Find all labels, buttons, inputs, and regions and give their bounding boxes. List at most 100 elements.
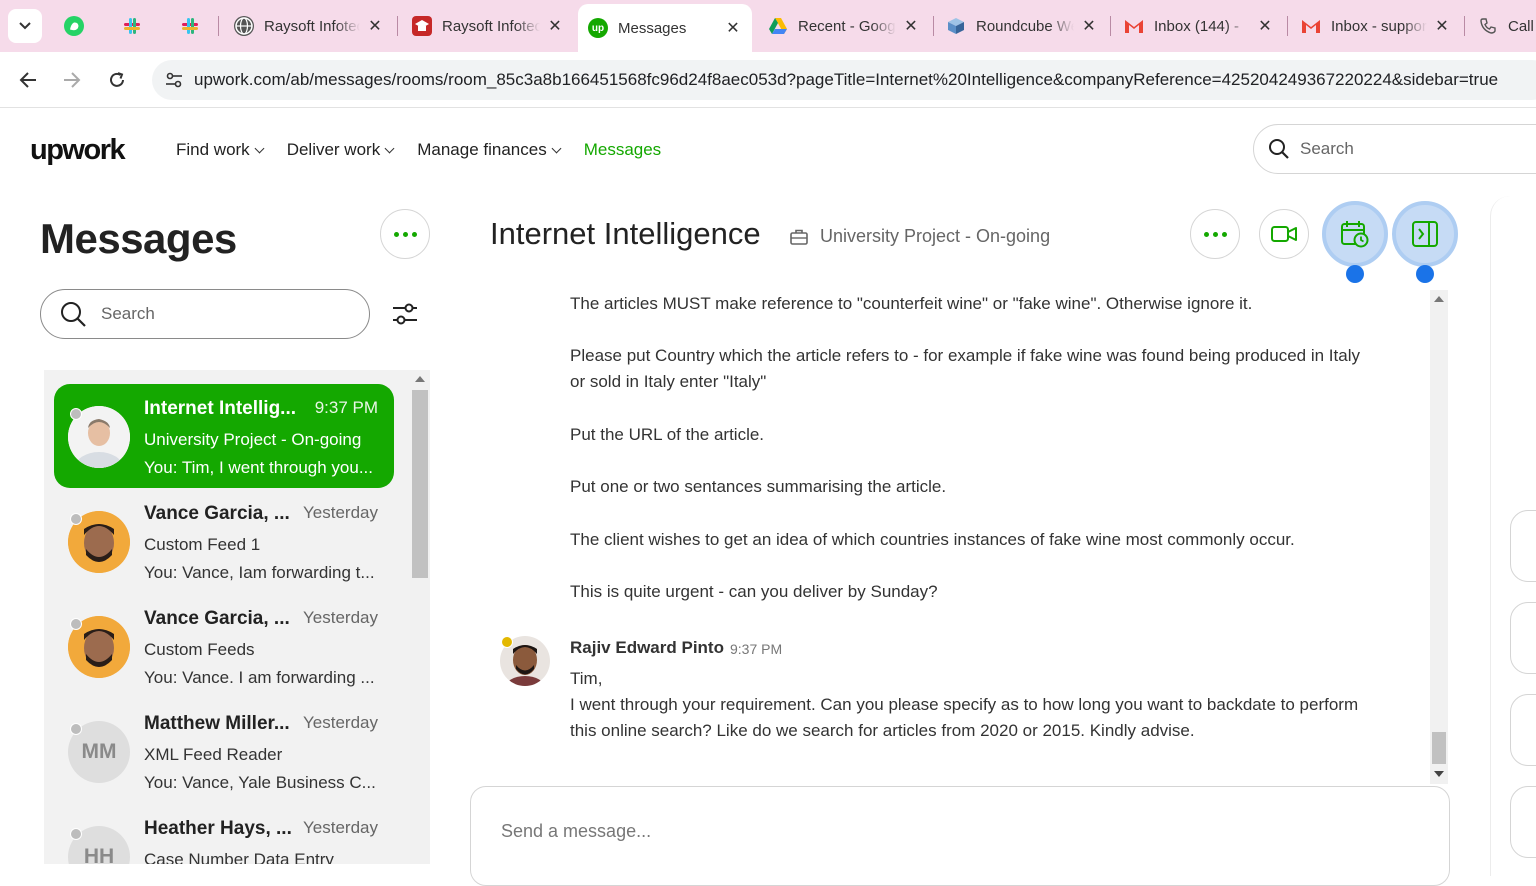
nav-find-work[interactable]: Find work bbox=[176, 140, 265, 160]
close-icon[interactable]: ✕ bbox=[902, 16, 920, 36]
room-item-matthew-miller[interactable]: MM Matthew Miller... Yesterday XML Feed … bbox=[54, 699, 394, 803]
search-icon bbox=[1269, 139, 1289, 159]
room-last-message: You: Vance, Iam forwarding t... bbox=[144, 563, 375, 582]
schedule-meeting-button[interactable] bbox=[1322, 201, 1388, 267]
close-icon[interactable]: ✕ bbox=[724, 18, 742, 38]
header-search-input[interactable]: Search bbox=[1253, 124, 1536, 174]
rooms-search-input[interactable]: Search bbox=[40, 289, 370, 339]
roundcube-icon bbox=[946, 16, 966, 36]
room-item-heather-hays[interactable]: HH Heather Hays, ... Yesterday Case Numb… bbox=[54, 804, 394, 864]
video-camera-icon bbox=[1271, 226, 1297, 242]
message-thread-scrollbar[interactable] bbox=[1430, 290, 1448, 784]
highlight-marker bbox=[1416, 265, 1434, 283]
room-name: Internet Intellig... bbox=[144, 398, 297, 419]
scrollbar-thumb[interactable] bbox=[1432, 732, 1446, 764]
message-thread: The articles MUST make reference to "cou… bbox=[470, 290, 1430, 784]
tab-title: Recent - Google Drive bbox=[798, 17, 896, 35]
room-item-vance-garcia-1[interactable]: Vance Garcia, ... Yesterday Custom Feed … bbox=[54, 489, 394, 593]
close-icon[interactable]: ✕ bbox=[546, 16, 564, 36]
briefcase-icon bbox=[790, 229, 808, 245]
tab-gmail-inbox[interactable]: Inbox (144) - ✕ bbox=[1114, 6, 1284, 46]
tab-raysoft-1[interactable]: Raysoft Infotech ✕ bbox=[224, 6, 394, 46]
nav-deliver-work[interactable]: Deliver work bbox=[287, 140, 395, 160]
room-item-vance-garcia-2[interactable]: Vance Garcia, ... Yesterday Custom Feeds… bbox=[54, 594, 394, 698]
room-name: Vance Garcia, ... bbox=[144, 503, 290, 524]
scholar-icon bbox=[412, 16, 432, 36]
filter-button[interactable] bbox=[388, 297, 422, 331]
browser-tab-bar: Raysoft Infotech ✕ Raysoft Infotech ✕ up… bbox=[0, 0, 1536, 52]
upwork-logo[interactable]: upwork bbox=[30, 134, 126, 167]
forward-button[interactable] bbox=[56, 64, 88, 96]
reload-icon bbox=[110, 72, 124, 87]
message-paragraph: Put the URL of the article. bbox=[570, 425, 765, 444]
pinned-tab-whatsapp[interactable] bbox=[54, 10, 94, 42]
tab-separator bbox=[218, 16, 219, 36]
message-composer[interactable]: Send a message... bbox=[470, 786, 1450, 886]
messages-more-button[interactable] bbox=[380, 209, 430, 259]
rail-button[interactable] bbox=[1510, 510, 1536, 582]
room-list-scrollbar[interactable] bbox=[410, 370, 430, 864]
site-header: upwork Find work Deliver work Manage fin… bbox=[0, 108, 1536, 192]
close-icon[interactable]: ✕ bbox=[1080, 16, 1098, 36]
room-subtitle[interactable]: University Project - On-going bbox=[790, 226, 1050, 247]
nav-label: Messages bbox=[583, 140, 662, 159]
page-title: Messages bbox=[40, 215, 237, 262]
scroll-down-icon[interactable] bbox=[1434, 771, 1444, 777]
tab-messages[interactable]: up Messages ✕ bbox=[578, 4, 752, 52]
room-more-button[interactable] bbox=[1190, 209, 1240, 259]
tab-google-drive[interactable]: Recent - Google Drive ✕ bbox=[758, 6, 930, 46]
site-info-icon[interactable] bbox=[154, 71, 194, 89]
tab-title: Raysoft Infotech bbox=[442, 17, 540, 35]
globe-icon bbox=[234, 16, 254, 36]
tab-search-button[interactable] bbox=[8, 9, 42, 43]
scroll-up-icon[interactable] bbox=[415, 376, 425, 382]
chevron-down-icon bbox=[19, 22, 31, 30]
pinned-tab-slack-2[interactable] bbox=[170, 10, 210, 42]
room-item-internet-intelligence[interactable]: Internet Intellig... 9:37 PM University … bbox=[54, 384, 394, 488]
back-button[interactable] bbox=[12, 64, 44, 96]
message-paragraph: I went through your requirement. Can you… bbox=[570, 695, 1359, 740]
search-placeholder: Search bbox=[101, 304, 155, 323]
room-subtitle-text: University Project - On-going bbox=[820, 226, 1051, 246]
presence-dot bbox=[70, 513, 82, 525]
highlight-marker bbox=[1346, 265, 1364, 283]
room-project: Custom Feed 1 bbox=[144, 535, 261, 554]
rail-button[interactable] bbox=[1510, 786, 1536, 858]
close-icon[interactable]: ✕ bbox=[1433, 16, 1451, 36]
chevron-down-icon bbox=[551, 143, 562, 153]
presence-dot bbox=[501, 636, 513, 648]
rail-button[interactable] bbox=[1510, 694, 1536, 766]
tab-title: Messages bbox=[618, 19, 687, 37]
url-text: upwork.com/ab/messages/rooms/room_85c3a8… bbox=[194, 70, 1499, 89]
pinned-tab-slack[interactable] bbox=[112, 10, 152, 42]
scrollbar-thumb[interactable] bbox=[412, 390, 428, 578]
sender-name[interactable]: Rajiv Edward Pinto bbox=[570, 638, 724, 658]
tab-call[interactable]: Call bbox=[1468, 6, 1536, 46]
arrow-left-icon bbox=[19, 72, 36, 88]
nav-messages[interactable]: Messages bbox=[584, 140, 661, 160]
url-field[interactable]: upwork.com/ab/messages/rooms/room_85c3a8… bbox=[152, 60, 1536, 100]
video-call-button[interactable] bbox=[1259, 209, 1309, 259]
message-time: 9:37 PM bbox=[730, 641, 783, 657]
toggle-details-panel-button[interactable] bbox=[1392, 201, 1458, 267]
room-name: Matthew Miller... bbox=[144, 713, 290, 734]
tab-raysoft-2[interactable]: Raysoft Infotech ✕ bbox=[402, 6, 574, 46]
filter-sliders-icon bbox=[393, 303, 417, 325]
rail-button[interactable] bbox=[1510, 602, 1536, 674]
nav-manage-finances[interactable]: Manage finances bbox=[417, 140, 562, 160]
tab-title: Roundcube Webmail bbox=[976, 17, 1074, 35]
chevron-down-icon bbox=[384, 143, 395, 153]
scroll-up-icon[interactable] bbox=[1434, 296, 1444, 302]
close-icon[interactable]: ✕ bbox=[366, 16, 384, 36]
tab-title: Raysoft Infotech bbox=[264, 17, 360, 35]
nav-label: Find work bbox=[176, 140, 250, 159]
gmail-icon bbox=[1301, 16, 1321, 36]
tab-gmail-support[interactable]: Inbox - support ✕ bbox=[1291, 6, 1461, 46]
reload-button[interactable] bbox=[101, 64, 133, 96]
presence-dot bbox=[70, 723, 82, 735]
room-title: Internet Intelligence bbox=[490, 216, 761, 251]
room-project: Case Number Data Entry bbox=[144, 850, 334, 864]
tab-roundcube[interactable]: Roundcube Webmail ✕ bbox=[936, 6, 1108, 46]
close-icon[interactable]: ✕ bbox=[1256, 16, 1274, 36]
sidebar-panel-icon bbox=[1412, 221, 1438, 247]
